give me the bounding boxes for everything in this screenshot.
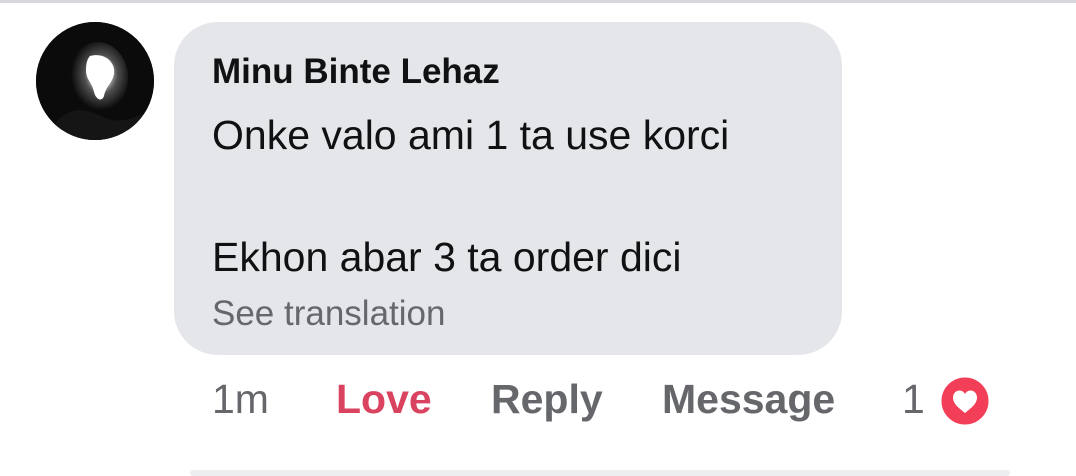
comment-author[interactable]: Minu Binte Lehaz [212, 52, 500, 92]
reply-button[interactable]: Reply [491, 376, 603, 423]
comment-text-line: Onke valo ami 1 ta use korci [212, 112, 730, 158]
profile-photo [36, 22, 154, 140]
comment-text-line: Ekhon abar 3 ta order dici [212, 234, 682, 280]
love-reaction-button[interactable]: Love [336, 376, 432, 423]
bottom-divider [190, 470, 1010, 476]
top-divider [0, 0, 1076, 3]
see-translation-link[interactable]: See translation [212, 294, 445, 334]
reaction-count[interactable]: 1 [902, 376, 925, 423]
message-button[interactable]: Message [662, 376, 835, 423]
avatar[interactable] [36, 22, 154, 140]
heart-icon[interactable] [938, 374, 992, 428]
comment-bubble[interactable]: Minu Binte Lehaz Onke valo ami 1 ta use … [174, 22, 842, 355]
comment-timestamp: 1m [212, 376, 269, 422]
